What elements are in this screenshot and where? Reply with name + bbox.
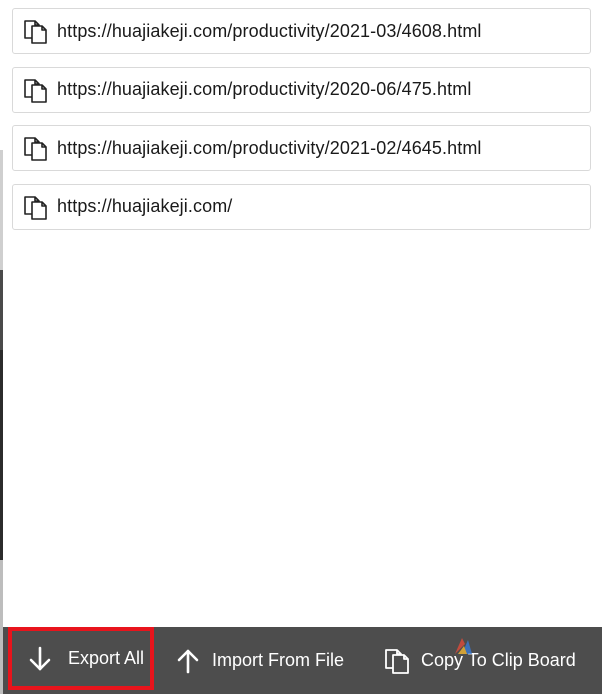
arrow-down-icon bbox=[29, 646, 51, 670]
url-list-item[interactable]: https://huajiakeji.com/productivity/2020… bbox=[12, 66, 591, 113]
url-text: https://huajiakeji.com/ bbox=[57, 196, 233, 216]
export-all-button[interactable]: Export All bbox=[8, 627, 154, 690]
copy-icon[interactable] bbox=[23, 77, 49, 103]
url-text: https://huajiakeji.com/productivity/2021… bbox=[57, 137, 482, 158]
copy-icon bbox=[385, 648, 409, 674]
watermark-logo-icon bbox=[455, 638, 472, 654]
url-text: https://huajiakeji.com/productivity/2020… bbox=[57, 79, 472, 99]
arrow-up-icon bbox=[177, 649, 199, 673]
import-from-file-label: Import From File bbox=[212, 650, 345, 670]
import-from-file-button[interactable]: Import From File bbox=[174, 627, 344, 694]
copy-icon[interactable] bbox=[23, 135, 49, 161]
window-edge bbox=[0, 0, 3, 694]
url-list-item[interactable]: https://huajiakeji.com/productivity/2021… bbox=[12, 8, 591, 54]
url-list: https://huajiakeji.com/productivity/2021… bbox=[12, 8, 591, 242]
url-list-item[interactable]: https://huajiakeji.com/productivity/2021… bbox=[12, 125, 591, 171]
copy-icon[interactable] bbox=[23, 18, 49, 44]
export-all-label: Export All bbox=[68, 648, 145, 668]
copy-to-clipboard-label: Copy To Clip Board bbox=[421, 650, 576, 670]
bottom-toolbar: Export All Import From File Copy To Clip… bbox=[3, 627, 602, 694]
copy-to-clipboard-button[interactable]: Copy To Clip Board bbox=[383, 627, 576, 694]
url-text: https://huajiakeji.com/productivity/2021… bbox=[57, 20, 482, 41]
url-list-item[interactable]: https://huajiakeji.com/ bbox=[12, 183, 591, 230]
copy-icon[interactable] bbox=[23, 194, 49, 220]
